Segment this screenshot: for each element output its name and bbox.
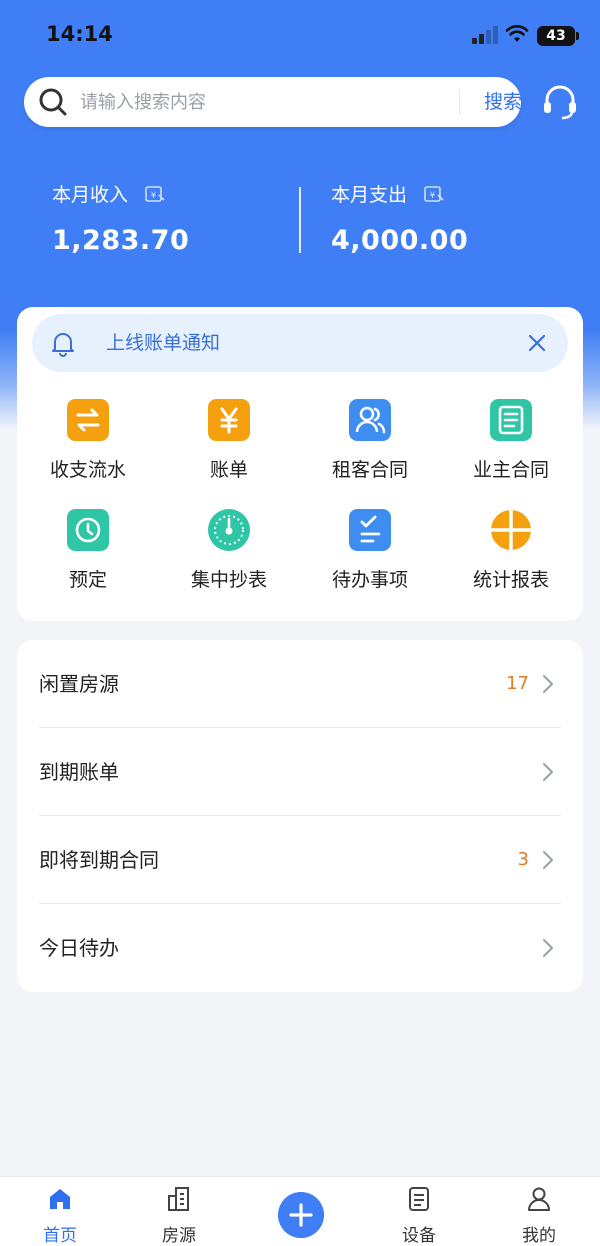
home-icon [50, 1189, 70, 1209]
search-divider [459, 89, 460, 115]
quick-action-label: 账单 [209, 459, 248, 481]
chevron-right-icon [543, 851, 553, 869]
notice-text: 上线账单通知 [106, 332, 221, 354]
quick-action-todo[interactable]: 待办事项 [300, 509, 440, 609]
quick-action-label: 租客合同 [331, 459, 408, 481]
chevron-right-icon [543, 675, 553, 693]
list-item-due-bills[interactable]: 到期账单 [39, 728, 561, 816]
income-value: 1,283.70 [52, 225, 190, 256]
bell-icon [52, 333, 74, 357]
search-icon [39, 88, 67, 116]
user-icon [528, 1187, 550, 1211]
transfer-icon [67, 399, 109, 441]
quick-action-meter-reading[interactable]: 集中抄表 [159, 509, 299, 609]
device-list-icon [409, 1187, 429, 1211]
list-item-label: 今日待办 [39, 936, 119, 960]
checklist-icon [349, 509, 391, 551]
stat-divider [299, 187, 301, 253]
notice-banner[interactable]: 上线账单通知 [32, 314, 568, 372]
income-stat: 本月收入 ¥ 1,283.70 [52, 180, 189, 256]
notebook-icon [490, 399, 532, 441]
meter-icon [208, 509, 250, 551]
status-time: 14:14 [46, 22, 113, 46]
search-button[interactable]: 搜索 [474, 77, 532, 127]
chevron-right-icon [543, 763, 553, 781]
quick-action-reservation[interactable]: 预定 [18, 509, 158, 609]
signal-icon [472, 26, 502, 44]
expense-value: 4,000.00 [331, 225, 469, 256]
list-item-label: 到期账单 [39, 760, 119, 784]
quick-action-owner-contract[interactable]: 业主合同 [441, 399, 581, 499]
list-item-count: 3 [517, 849, 529, 870]
summary-list: 闲置房源 17 到期账单 即将到期合同 3 今日待办 [17, 640, 583, 992]
tab-label: 房源 [162, 1226, 196, 1246]
quick-action-tenant-contract[interactable]: 租客合同 [300, 399, 440, 499]
quick-action-label: 收支流水 [49, 459, 126, 481]
tab-label: 我的 [522, 1226, 556, 1246]
building-icon [168, 1187, 189, 1211]
list-item-today-todo[interactable]: 今日待办 [39, 904, 561, 992]
list-item-idle-houses[interactable]: 闲置房源 17 [39, 640, 561, 728]
bottom-tab-bar: 首页 房源 设备 我的 [0, 1176, 600, 1246]
tab-label: 首页 [43, 1226, 77, 1246]
list-item-label: 即将到期合同 [39, 848, 159, 872]
add-button[interactable] [278, 1192, 324, 1238]
chevron-right-icon [543, 939, 553, 957]
tenant-icon [349, 399, 391, 441]
status-bar: 14:14 43 [0, 0, 600, 70]
battery-level: 43 [546, 28, 566, 44]
tab-mine[interactable]: 我的 [499, 1177, 579, 1246]
expense-stat: 本月支出 ¥ 4,000.00 [331, 180, 468, 256]
close-icon[interactable] [526, 332, 548, 354]
quick-action-label: 业主合同 [472, 459, 549, 481]
tab-houses[interactable]: 房源 [139, 1177, 219, 1246]
search-input[interactable] [80, 77, 450, 127]
income-label: 本月收入 [52, 184, 129, 206]
quick-action-label: 集中抄表 [190, 569, 267, 591]
expense-label: 本月支出 [331, 184, 408, 206]
quick-action-label: 待办事项 [331, 569, 408, 591]
quick-action-income-expense[interactable]: 收支流水 [18, 399, 158, 499]
pie-chart-icon [491, 510, 531, 550]
headset-icon[interactable] [540, 82, 580, 122]
hide-amount-icon[interactable]: ¥ [145, 185, 165, 202]
yuan-icon [208, 399, 250, 441]
quick-actions-card: 上线账单通知 收支流水 账单 租客合同 业主合同 预定 集中抄表 待办事项 统计… [17, 307, 583, 621]
list-item-label: 闲置房源 [39, 672, 119, 696]
tab-devices[interactable]: 设备 [379, 1177, 459, 1246]
wifi-icon [505, 25, 529, 42]
quick-action-bill[interactable]: 账单 [159, 399, 299, 499]
tab-label: 设备 [402, 1226, 436, 1246]
list-item-expiring-contracts[interactable]: 即将到期合同 3 [39, 816, 561, 904]
tab-home[interactable]: 首页 [20, 1177, 100, 1246]
battery-icon: 43 [537, 26, 579, 46]
list-item-count: 17 [506, 673, 529, 694]
svg-text:¥: ¥ [430, 191, 436, 201]
quick-action-label: 统计报表 [472, 569, 549, 591]
svg-text:¥: ¥ [151, 191, 157, 201]
search-bar: 搜索 [24, 77, 522, 127]
quick-action-statistics[interactable]: 统计报表 [441, 509, 581, 609]
quick-action-label: 预定 [68, 569, 107, 591]
hide-amount-icon[interactable]: ¥ [424, 185, 444, 202]
clock-icon [67, 509, 109, 551]
